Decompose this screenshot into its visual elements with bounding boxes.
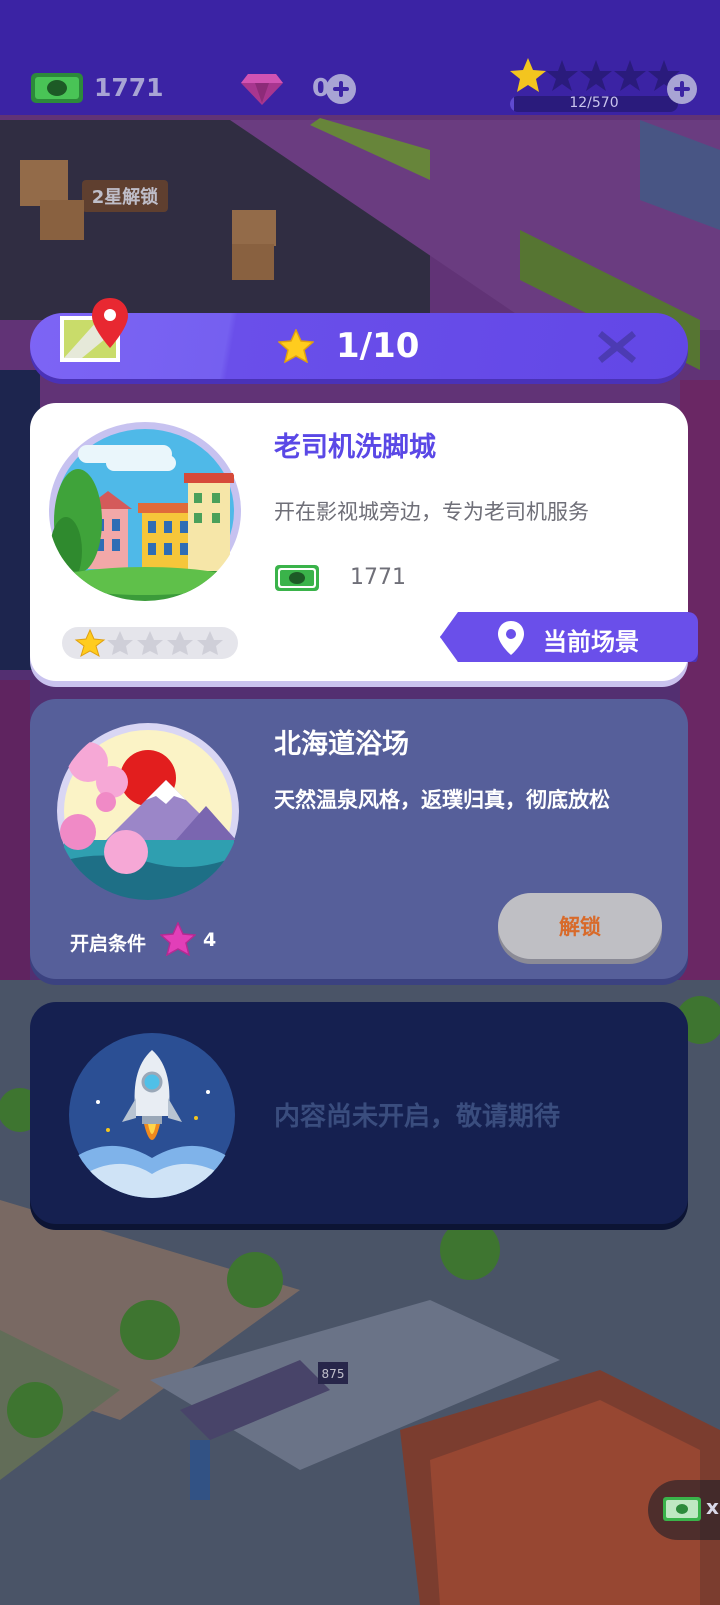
star-icon	[160, 922, 196, 956]
add-star-button[interactable]	[667, 74, 697, 104]
scene-cash-value: 1771	[350, 565, 406, 590]
unlock-button[interactable]: 解锁	[498, 893, 662, 959]
coming-soon-text: 内容尚未开启，敬请期待	[274, 1102, 561, 1132]
cash-icon	[31, 73, 83, 103]
cash-value: 1771	[94, 73, 164, 102]
current-scene-label: 当前场景	[543, 628, 639, 656]
location-count: 1/10	[336, 326, 420, 366]
gem-icon	[241, 74, 283, 105]
star-icon	[278, 329, 314, 363]
location-pin-icon	[498, 621, 524, 655]
scene-description: 开在影视城旁边，专为老司机服务	[274, 500, 589, 524]
unlock-condition-label: 开启条件	[70, 933, 147, 955]
scene-thumbnail-hokkaido-bath	[56, 722, 240, 900]
unlock-condition-value: 4	[203, 929, 217, 951]
map-icon	[60, 298, 128, 362]
rocket-icon	[68, 1032, 236, 1198]
scene-thumbnail-foot-spa	[48, 421, 242, 601]
side-cash-multiplier: x	[706, 1495, 719, 1519]
cash-icon	[663, 1497, 701, 1521]
add-gem-button[interactable]	[326, 74, 356, 104]
scene-title: 老司机洗脚城	[274, 432, 436, 463]
star-rating-icon	[510, 58, 680, 92]
scene-star-rating	[62, 627, 238, 659]
cash-icon	[275, 565, 319, 591]
scene-description: 天然温泉风格，返璞归真，彻底放松	[274, 788, 610, 812]
scene-title: 北海道浴场	[274, 729, 409, 760]
close-icon[interactable]	[596, 327, 638, 367]
star-progress-text: 12/570	[569, 95, 619, 111]
